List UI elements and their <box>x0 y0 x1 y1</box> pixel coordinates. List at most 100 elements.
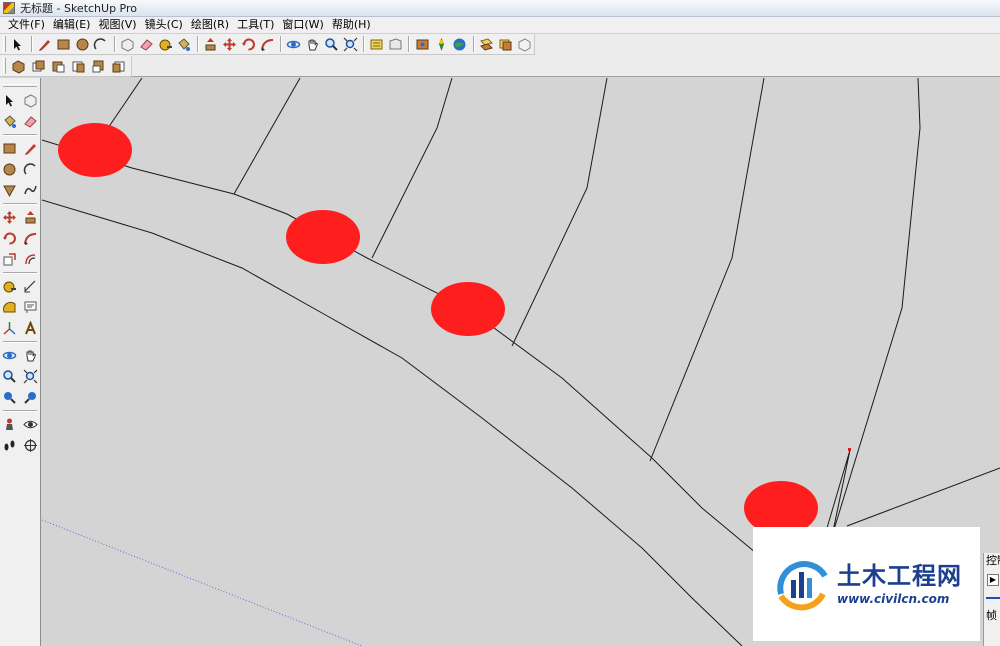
menu-window[interactable]: 窗口(W) <box>278 17 327 33</box>
push-pull-icon <box>205 37 216 50</box>
circle-tool-button[interactable] <box>0 160 18 179</box>
display-section-icon <box>499 39 512 50</box>
section-cuts-button[interactable] <box>515 35 533 54</box>
pan-tool-button[interactable] <box>304 35 322 54</box>
toolbar-grip[interactable] <box>3 36 6 52</box>
paint-bucket-button[interactable] <box>175 35 193 54</box>
share-model-button[interactable] <box>387 35 405 54</box>
3d-text-button[interactable] <box>21 319 39 338</box>
play-button[interactable]: ▶ <box>987 574 999 586</box>
walk-tool-button[interactable] <box>0 436 18 455</box>
share-component-button[interactable] <box>413 35 431 54</box>
toolbar-grip[interactable] <box>3 58 6 74</box>
tape-measure-icon <box>3 281 16 293</box>
protractor-tool-button[interactable] <box>0 298 18 317</box>
toolbar-grip[interactable] <box>3 84 37 87</box>
arc-tool-button[interactable] <box>92 35 110 54</box>
dimension-icon <box>24 280 35 293</box>
right-view-icon <box>72 61 85 72</box>
zoom-tool-button[interactable] <box>322 35 340 54</box>
section-plane-button[interactable] <box>478 35 496 54</box>
eraser-icon <box>140 38 153 51</box>
select-tool-button[interactable] <box>0 91 18 110</box>
zoom-extents-button[interactable] <box>21 388 39 407</box>
rotate-tool-button[interactable] <box>239 35 257 54</box>
right-view-button[interactable] <box>69 57 88 76</box>
menu-view[interactable]: 视图(V) <box>94 17 140 33</box>
zoom-extents-button[interactable] <box>341 35 359 54</box>
globe-icon <box>453 38 466 50</box>
menu-file[interactable]: 文件(F) <box>4 17 49 33</box>
iso-view-button[interactable] <box>9 57 28 76</box>
axes-tool-button[interactable] <box>0 319 18 338</box>
follow-me-button[interactable] <box>258 35 276 54</box>
orbit-tool-button[interactable] <box>285 35 303 54</box>
warehouse-icon <box>370 39 383 49</box>
lot-line-5 <box>649 78 765 462</box>
menu-draw[interactable]: 绘图(R) <box>187 17 233 33</box>
back-view-button[interactable] <box>89 57 108 76</box>
line-tool-button[interactable] <box>36 35 54 54</box>
lot-line-2 <box>233 78 301 195</box>
rectangle-tool-button[interactable] <box>54 35 72 54</box>
push-pull-button[interactable] <box>21 208 39 227</box>
display-section-button[interactable] <box>497 35 515 54</box>
zoom-window-button[interactable] <box>21 367 39 386</box>
arc-tool-button[interactable] <box>21 160 39 179</box>
make-component-button[interactable] <box>21 91 39 110</box>
circle-icon <box>76 38 89 50</box>
top-view-button[interactable] <box>29 57 48 76</box>
lot-line-1 <box>107 78 143 129</box>
rectangle-tool-button[interactable] <box>0 139 18 158</box>
freehand-tool-button[interactable] <box>21 181 39 200</box>
push-pull-button[interactable] <box>202 35 220 54</box>
tape-measure-button[interactable] <box>0 277 18 296</box>
menu-tools[interactable]: 工具(T) <box>233 17 278 33</box>
tape-measure-button[interactable] <box>156 35 174 54</box>
main-toolbar <box>0 34 535 55</box>
add-location-button[interactable] <box>432 35 450 54</box>
orbit-tool-button[interactable] <box>0 346 18 365</box>
get-models-button[interactable] <box>368 35 386 54</box>
rotate-tool-button[interactable] <box>0 229 18 248</box>
text-tool-button[interactable] <box>21 298 39 317</box>
select-tool-button[interactable] <box>9 35 27 54</box>
share-model-icon <box>389 37 402 49</box>
front-view-button[interactable] <box>49 57 68 76</box>
title-bar: 无标题 - SketchUp Pro <box>0 0 1000 17</box>
dimension-tool-button[interactable] <box>21 277 39 296</box>
menu-help[interactable]: 帮助(H) <box>328 17 375 33</box>
position-camera-button[interactable] <box>0 415 18 434</box>
follow-me-button[interactable] <box>21 229 39 248</box>
paint-bucket-button[interactable] <box>0 112 18 131</box>
large-tool-set <box>0 78 41 646</box>
watermark-name: 土木工程网 <box>837 562 962 590</box>
section-cuts-icon <box>518 37 531 52</box>
move-tool-button[interactable] <box>221 35 239 54</box>
look-around-button[interactable] <box>21 415 39 434</box>
menu-bar: 文件(F) 编辑(E) 视图(V) 镜头(C) 绘图(R) 工具(T) 窗口(W… <box>0 17 1000 34</box>
make-component-button[interactable] <box>119 35 137 54</box>
component-icon <box>121 37 134 52</box>
line-tool-button[interactable] <box>21 139 39 158</box>
eraser-tool-button[interactable] <box>138 35 156 54</box>
vertex-marker <box>848 448 851 451</box>
polygon-tool-button[interactable] <box>0 181 18 200</box>
left-view-icon <box>112 61 125 72</box>
pan-tool-button[interactable] <box>21 346 39 365</box>
arc-icon <box>94 37 106 49</box>
google-earth-button[interactable] <box>451 35 469 54</box>
eraser-tool-button[interactable] <box>21 112 39 131</box>
circle-tool-button[interactable] <box>73 35 91 54</box>
offset-tool-button[interactable] <box>21 250 39 269</box>
previous-view-button[interactable] <box>0 388 18 407</box>
menu-edit[interactable]: 编辑(E) <box>49 17 95 33</box>
scale-tool-button[interactable] <box>0 250 18 269</box>
section-plane-button[interactable] <box>21 436 39 455</box>
scale-icon <box>3 253 16 266</box>
left-view-button[interactable] <box>109 57 128 76</box>
menu-camera[interactable]: 镜头(C) <box>141 17 187 33</box>
move-arrows-icon <box>2 211 16 224</box>
move-tool-button[interactable] <box>0 208 18 227</box>
zoom-tool-button[interactable] <box>0 367 18 386</box>
